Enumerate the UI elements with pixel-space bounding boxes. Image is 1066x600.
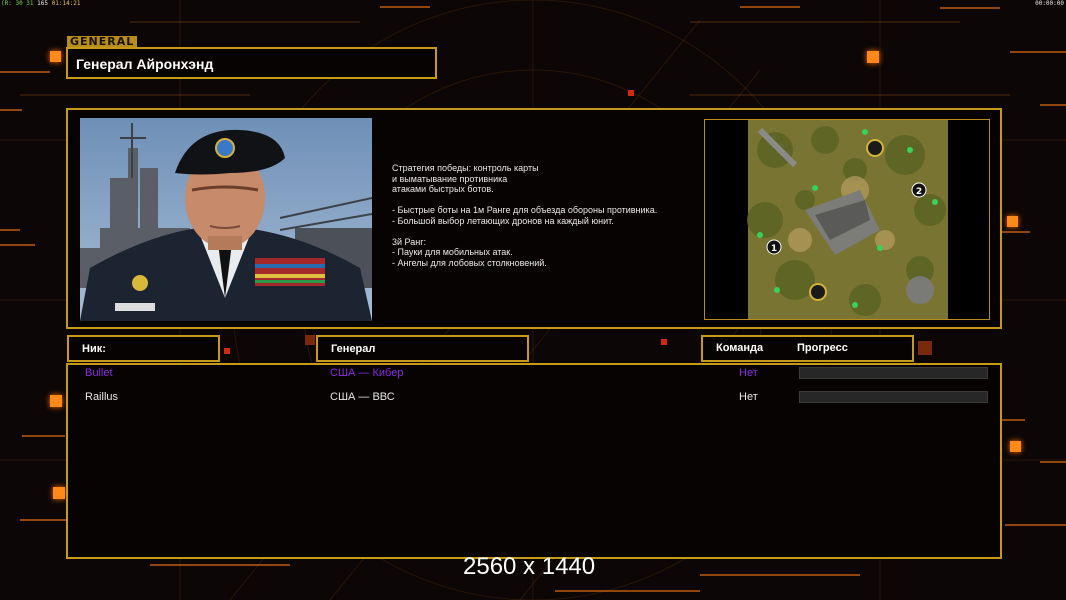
- fps-readout: (R: 30 31 165 01:14:21: [1, 0, 81, 7]
- general-portrait: [80, 118, 372, 321]
- header-team: Команда: [716, 342, 764, 354]
- player-general: США — ВВС: [330, 391, 395, 403]
- resolution-label: 2560 x 1440: [463, 553, 596, 580]
- player-nick: Raillus: [85, 391, 119, 403]
- player-team: Нет: [739, 367, 758, 379]
- hud-clock: 01:14:21: [51, 0, 81, 7]
- right-clock: 00:00:00: [1035, 0, 1064, 7]
- glow-square: [53, 487, 65, 499]
- glow-square: [50, 51, 61, 62]
- glow-square: [628, 90, 634, 96]
- glow-square: [305, 335, 315, 345]
- player-general: США — Кибер: [330, 367, 404, 379]
- glow-square: [1010, 441, 1021, 452]
- glow-square: [867, 51, 879, 63]
- strategy-description: Стратегия победы: контроль карты и вымат…: [392, 163, 658, 268]
- general-name: Генерал Айронхэнд: [76, 56, 214, 72]
- player-team: Нет: [739, 391, 758, 403]
- player-progress-bar: [799, 391, 988, 403]
- header-general: Генерал: [331, 343, 376, 355]
- player-nick: Bullet: [85, 367, 113, 379]
- hud-fps-label: (R:: [1, 0, 12, 7]
- header-team-progress-box: Команда Прогресс: [701, 335, 914, 362]
- header-progress: Прогресс: [797, 342, 848, 354]
- player-progress-bar: [799, 367, 988, 379]
- hud-fps-value: 30 31: [15, 0, 34, 7]
- glow-square: [661, 339, 667, 345]
- header-nick-box: Ник:: [67, 335, 220, 362]
- header-nick: Ник:: [82, 343, 106, 355]
- glow-square: [224, 348, 230, 354]
- glow-square: [918, 341, 932, 355]
- map-marker-2: 2: [916, 187, 922, 197]
- glow-square: [50, 395, 62, 407]
- map-marker-1: 1: [771, 244, 777, 254]
- header-general-box: Генерал: [316, 335, 529, 362]
- hud-fps-extra: 165: [37, 0, 48, 7]
- glow-square: [1007, 216, 1018, 227]
- map-preview[interactable]: 1 2: [704, 119, 990, 320]
- general-title-box: Генерал Айронхэнд: [66, 47, 437, 79]
